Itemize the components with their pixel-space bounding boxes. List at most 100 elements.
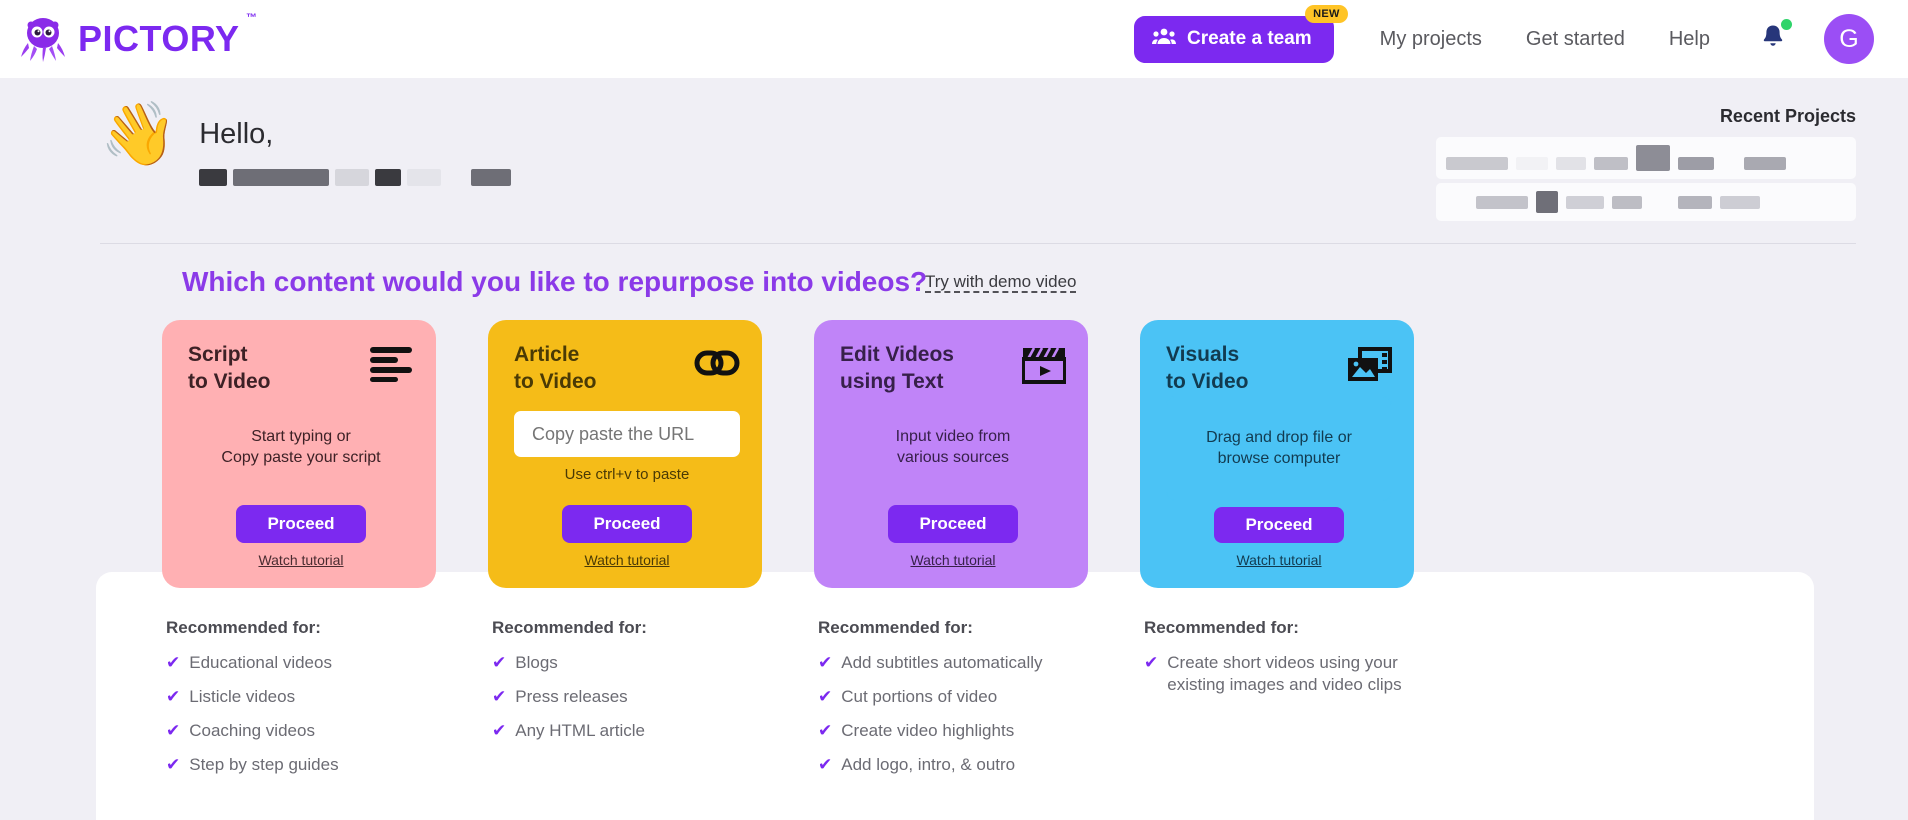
logo-wordmark: PICTORY ™	[78, 13, 257, 59]
card-header: Edit Videos using Text	[840, 342, 1067, 396]
card-column-edit-videos: Edit Videos using Text Input video from …	[814, 320, 1088, 788]
card-description: Start typing or Copy paste your script	[221, 427, 381, 467]
create-a-team-button[interactable]: Create a team NEW	[1134, 4, 1348, 63]
proceed-button-edit-videos[interactable]: Proceed	[888, 505, 1018, 543]
card-header: Article to Video	[514, 342, 740, 396]
nav-my-projects[interactable]: My projects	[1358, 28, 1504, 51]
card-edit-videos-using-text[interactable]: Edit Videos using Text Input video from …	[814, 320, 1088, 588]
check-icon: ✔	[818, 687, 833, 707]
notification-dot	[1781, 19, 1792, 30]
watch-tutorial-link-visuals[interactable]: Watch tutorial	[1166, 552, 1392, 568]
proceed-button-article[interactable]: Proceed	[562, 505, 692, 543]
url-input[interactable]	[514, 411, 740, 458]
text-lines-icon	[370, 346, 414, 387]
recommended-title: Recommended for:	[1144, 618, 1299, 637]
card-description: Drag and drop file or browse computer	[1206, 428, 1352, 468]
greeting-section: 👋 Hello, Recent Projects	[0, 78, 1908, 225]
list-item: ✔ Step by step guides	[166, 754, 436, 776]
card-column-visuals: Visuals to Video Drag and drop file or b…	[1140, 320, 1414, 788]
avatar-initial: G	[1839, 24, 1859, 53]
card-body: Drag and drop file or browse computer	[1166, 395, 1392, 501]
main-content: Which content would you like to repurpos…	[0, 244, 1908, 820]
recent-projects-row-2[interactable]	[1436, 183, 1856, 221]
list-item: ✔ Educational videos	[166, 652, 436, 674]
check-icon: ✔	[818, 755, 833, 775]
watch-tutorial-link-edit-videos[interactable]: Watch tutorial	[840, 552, 1066, 568]
paste-hint: Use ctrl+v to paste	[564, 466, 690, 484]
list-item: ✔ Coaching videos	[166, 720, 436, 742]
list-item: ✔ Create short videos using your existin…	[1144, 652, 1414, 696]
card-column-script: Script to Video Start typing or Copy pas…	[162, 320, 436, 788]
list-item: ✔ Listicle videos	[166, 686, 436, 708]
watch-tutorial-link-article[interactable]: Watch tutorial	[514, 552, 740, 568]
waving-hand-icon: 👋	[100, 100, 178, 169]
list-item: ✔ Blogs	[492, 652, 762, 674]
proceed-button-visuals[interactable]: Proceed	[1214, 506, 1344, 543]
try-demo-video-link[interactable]: Try with demo video	[925, 272, 1076, 292]
card-body: Input video from various sources	[840, 396, 1066, 499]
list-item: ✔ Add subtitles automatically	[818, 652, 1088, 674]
check-icon: ✔	[166, 755, 181, 775]
list-item-label: Create short videos using your existing …	[1167, 653, 1402, 695]
user-avatar[interactable]: G	[1824, 14, 1874, 64]
logo[interactable]: PICTORY ™	[18, 13, 257, 63]
card-visuals-to-video[interactable]: Visuals to Video Drag and drop file or b…	[1140, 320, 1414, 588]
recommended-edit-videos: Recommended for: ✔ Add subtitles automat…	[814, 588, 1088, 776]
octopus-logo-icon	[18, 15, 68, 63]
list-item-label: Educational videos	[189, 653, 332, 672]
list-item-label: Step by step guides	[189, 755, 339, 775]
list-item-label: Cut portions of video	[841, 687, 998, 707]
check-icon: ✔	[818, 721, 833, 741]
list-item-label: Add subtitles automatically	[841, 653, 1043, 672]
list-item-label: Add logo, intro, & outro	[841, 755, 1016, 775]
card-body: Start typing or Copy paste your script	[188, 396, 414, 499]
watch-tutorial-link-script[interactable]: Watch tutorial	[188, 552, 414, 568]
top-header: PICTORY ™ Create a team NEW My projects …	[0, 0, 1908, 78]
check-icon: ✔	[1144, 653, 1159, 672]
recommended-title: Recommended for:	[166, 618, 321, 637]
file-dropzone[interactable]: Drag and drop file or browse computer	[1166, 395, 1392, 501]
card-title: Script to Video	[188, 343, 271, 393]
images-icon	[1346, 346, 1392, 389]
list-item-label: Any HTML article	[515, 721, 645, 741]
recommended-script: Recommended for: ✔ Educational videos ✔ …	[162, 588, 436, 776]
check-icon: ✔	[166, 653, 181, 672]
new-badge: NEW	[1305, 4, 1348, 23]
recent-projects-row-1[interactable]	[1436, 137, 1856, 179]
recommended-title: Recommended for:	[492, 618, 647, 637]
card-header: Visuals to Video	[1166, 342, 1392, 396]
hello-label: Hello,	[199, 118, 274, 150]
list-item-label: Listicle videos	[189, 687, 296, 707]
proceed-button-script[interactable]: Proceed	[236, 505, 366, 543]
check-icon: ✔	[492, 687, 507, 707]
clapperboard-icon	[1021, 346, 1067, 389]
notifications-button[interactable]	[1732, 19, 1810, 55]
recommended-visuals: Recommended for: ✔ Create short videos u…	[1140, 588, 1414, 696]
list-item-label: Press releases	[515, 687, 628, 707]
card-grid: Script to Video Start typing or Copy pas…	[100, 298, 1908, 788]
card-article-to-video[interactable]: Article to Video Use ctrl+v to paste Pro…	[488, 320, 762, 588]
card-body: Use ctrl+v to paste	[514, 396, 740, 499]
recommended-article: Recommended for: ✔ Blogs ✔ Press release…	[488, 588, 762, 742]
list-item: ✔ Any HTML article	[492, 720, 762, 742]
list-item: ✔ Press releases	[492, 686, 762, 708]
card-title: Edit Videos using Text	[840, 343, 954, 393]
nav-get-started[interactable]: Get started	[1504, 28, 1647, 51]
card-title: Visuals to Video	[1166, 343, 1249, 393]
recommended-title: Recommended for:	[818, 618, 973, 637]
card-script-to-video[interactable]: Script to Video Start typing or Copy pas…	[162, 320, 436, 588]
logo-text: PICTORY	[78, 18, 240, 59]
list-item-label: Coaching videos	[189, 721, 315, 741]
list-item: ✔ Create video highlights	[818, 720, 1088, 742]
list-item: ✔ Add logo, intro, & outro	[818, 754, 1088, 776]
nav-help[interactable]: Help	[1647, 28, 1732, 51]
check-icon: ✔	[166, 721, 181, 741]
redacted-username	[199, 169, 512, 186]
trademark-symbol: ™	[246, 12, 258, 24]
link-icon	[694, 346, 740, 385]
check-icon: ✔	[492, 653, 507, 672]
create-a-team-label: Create a team	[1187, 28, 1312, 49]
check-icon: ✔	[818, 653, 833, 672]
card-description: Input video from various sources	[895, 427, 1011, 467]
card-title: Article to Video	[514, 343, 597, 393]
